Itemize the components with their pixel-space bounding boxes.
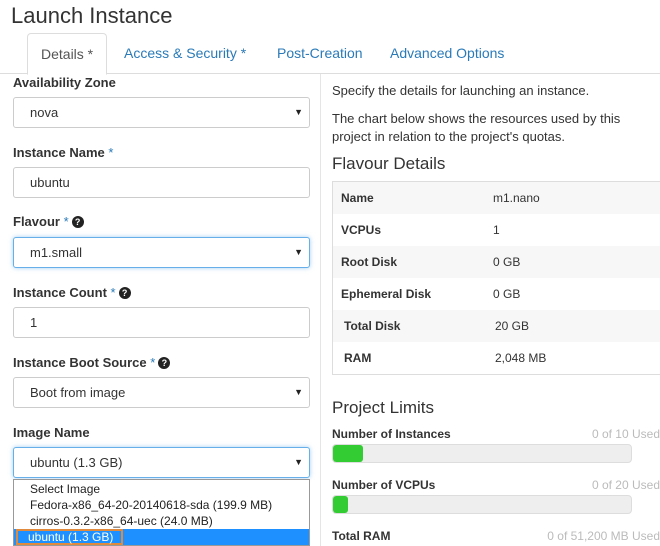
- limit-used-vcpus: 0 of 20 Used: [591, 478, 660, 492]
- required-marker: *: [110, 285, 116, 300]
- boot-source-select[interactable]: Boot from image ▼: [13, 377, 310, 408]
- table-row: Name m1.nano: [333, 182, 660, 214]
- tab-advanced-options[interactable]: Advanced Options: [377, 33, 517, 74]
- chevron-down-icon: ▼: [294, 247, 303, 257]
- limit-label-vcpus: Number of VCPUs: [332, 478, 436, 492]
- table-row: VCPUs 1: [333, 214, 660, 246]
- tab-bar: Details * Access & Security * Post-Creat…: [0, 33, 660, 75]
- limit-label-ram: Total RAM: [332, 529, 391, 543]
- row-name: Ephemeral Disk: [341, 287, 432, 301]
- progress-fill: [333, 496, 348, 513]
- help-icon[interactable]: ?: [118, 287, 131, 299]
- row-value: 20 GB: [495, 319, 530, 333]
- required-marker: *: [63, 214, 69, 229]
- row-name: VCPUs: [341, 223, 382, 237]
- row-value: m1.nano: [493, 191, 540, 205]
- chevron-down-icon: ▼: [294, 387, 303, 397]
- tab-post-creation[interactable]: Post-Creation: [264, 33, 376, 74]
- image-name-value: ubuntu (1.3 GB): [30, 455, 123, 470]
- image-option-selected[interactable]: ubuntu (1.3 GB): [14, 529, 309, 545]
- image-name-dropdown: Select Image Fedora-x86_64-20-20140618-s…: [13, 479, 310, 546]
- row-name: Total Disk: [344, 319, 401, 333]
- row-name: Name: [341, 191, 374, 205]
- page-title: Launch Instance: [11, 3, 173, 28]
- availability-zone-label: Availability Zone: [13, 75, 116, 90]
- info-text-2: The chart below shows the resources used…: [332, 111, 621, 144]
- row-value: 1: [493, 223, 500, 237]
- image-option[interactable]: Fedora-x86_64-20-20140618-sda (199.9 MB): [14, 497, 309, 513]
- image-name-select[interactable]: ubuntu (1.3 GB) ▼: [13, 447, 310, 478]
- chevron-down-icon: ▼: [294, 457, 303, 467]
- help-icon[interactable]: ?: [71, 216, 84, 228]
- required-marker: *: [150, 355, 156, 370]
- progress-bar-instances: [332, 444, 632, 463]
- row-value: 2,048 MB: [495, 351, 547, 365]
- table-row: RAM 2,048 MB: [333, 342, 660, 374]
- row-value: 0 GB: [493, 287, 521, 301]
- availability-zone-value: nova: [30, 105, 59, 120]
- flavour-details-heading: Flavour Details: [332, 154, 446, 173]
- row-name: Root Disk: [341, 255, 398, 269]
- image-name-label: Image Name: [13, 425, 90, 440]
- flavour-select[interactable]: m1.small ▼: [13, 237, 310, 268]
- availability-zone-select[interactable]: nova ▼: [13, 97, 310, 128]
- flavour-details-table: Name m1.nano VCPUs 1 Root Disk 0 GB Ephe…: [332, 181, 660, 375]
- table-row: Root Disk 0 GB: [333, 246, 660, 278]
- image-option[interactable]: Select Image: [14, 481, 309, 497]
- instance-count-label: Instance Count *?: [13, 285, 131, 300]
- table-row: Total Disk 20 GB: [333, 310, 660, 342]
- flavour-value: m1.small: [30, 245, 83, 260]
- instance-count-input[interactable]: 1: [13, 307, 310, 338]
- flavour-label: Flavour *?: [13, 214, 84, 229]
- row-name: RAM: [344, 351, 372, 365]
- instance-name-input[interactable]: ubuntu: [13, 167, 310, 198]
- instance-name-value: ubuntu: [30, 175, 70, 190]
- chevron-down-icon: ▼: [294, 107, 303, 117]
- tab-access-security[interactable]: Access & Security *: [111, 33, 259, 74]
- limit-used-ram: 0 of 51,200 MB Used: [547, 529, 660, 543]
- column-divider: [320, 74, 321, 546]
- instance-name-label: Instance Name *: [13, 145, 114, 160]
- tab-details[interactable]: Details *: [27, 33, 108, 75]
- boot-source-label: Instance Boot Source *?: [13, 355, 171, 370]
- instance-count-value: 1: [30, 315, 38, 330]
- table-row: Ephemeral Disk 0 GB: [333, 278, 660, 310]
- image-option[interactable]: cirros-0.3.2-x86_64-uec (24.0 MB): [14, 513, 309, 529]
- image-option-label: ubuntu (1.3 GB): [16, 529, 124, 545]
- boot-source-value: Boot from image: [30, 385, 126, 400]
- help-icon[interactable]: ?: [158, 357, 171, 369]
- info-text-1: Specify the details for launching an ins…: [332, 83, 590, 98]
- limit-used-instances: 0 of 10 Used: [591, 427, 660, 441]
- progress-fill: [333, 445, 363, 462]
- limit-label-instances: Number of Instances: [332, 427, 451, 441]
- row-value: 0 GB: [493, 255, 521, 269]
- project-limits-heading: Project Limits: [332, 398, 435, 417]
- required-marker: *: [108, 145, 114, 160]
- progress-bar-vcpus: [332, 495, 632, 514]
